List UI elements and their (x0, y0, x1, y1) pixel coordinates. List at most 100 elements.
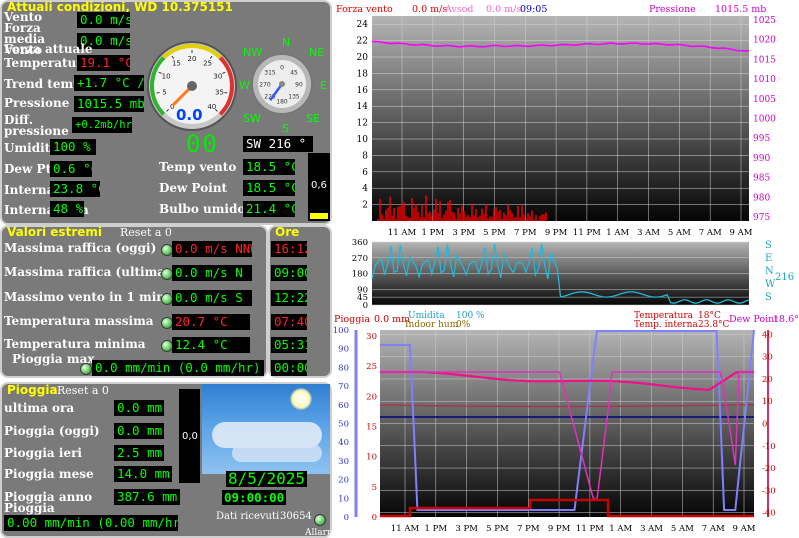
value-pressione: 1015.5 mb (74, 96, 144, 112)
top-chart-right-tick: 980 (753, 193, 770, 203)
bottom-chart-x-tick: 11 PM (576, 524, 604, 534)
mid-chart-left-tick: 270 (352, 254, 368, 264)
bottom-chart-x-tick: 9 AM (733, 524, 756, 534)
bottom-chart-x-tick: 7 AM (702, 524, 725, 534)
bottom-chart-left-tick: 90 (338, 345, 349, 355)
bottom-chart-int-value: 23.8°C (698, 320, 730, 330)
bottom-chart-mid-tick: 5 (372, 483, 377, 493)
bottom-chart-left-tick: 80 (338, 363, 349, 373)
top-chart-x-tick: 7 PM (514, 228, 537, 238)
bottom-chart-right-tick: -10 (762, 442, 776, 452)
label-diff-pressione: Diff. pressione (4, 113, 69, 138)
gauge-tick-label: 10 (162, 72, 171, 80)
extreme-value: 0.0 m/s S (172, 290, 252, 306)
top-chart-x-tick: 7 AM (699, 228, 722, 238)
value-dew-point: 18.5 °C (243, 180, 295, 196)
compass-degree-label: 270 (259, 82, 271, 89)
extremes-title: Valori estremi (7, 225, 102, 239)
bottom-chart-mid-tick: 10 (366, 453, 377, 463)
top-chart-right-tick: 1025 (753, 16, 776, 26)
compass-degree-label: 180 (276, 99, 288, 106)
label-forza-attuale: Forza attuale (4, 42, 93, 56)
top-chart-right-tick: 1015 (753, 55, 776, 65)
bottom-chart-left-tick: 30 (338, 457, 349, 467)
bottom-chart-right-tick: 20 (762, 375, 773, 385)
top-chart-x-tick: 3 PM (452, 228, 475, 238)
top-chart-left-tick: 4 (362, 184, 368, 194)
value-diff-pressione: +0.2mb/hr (72, 117, 132, 133)
compass-degree-label: 90 (295, 82, 303, 89)
extreme-time: 12:22 (271, 290, 307, 306)
bottom-chart-right-tick: 30 (762, 353, 773, 363)
bottom-chart-dew-label: Dew Point (729, 314, 778, 325)
digital-direction: 00 (186, 130, 219, 158)
top-chart-avg-label: Avsod (444, 4, 474, 15)
extreme-time: 00:00 (271, 360, 307, 376)
extreme-value: 0.0 mm/min (0.0 mm/hr) (92, 360, 264, 376)
label-pressione: Pressione (4, 96, 70, 110)
top-chart-right-tick: 985 (753, 174, 770, 184)
sky-image (202, 384, 330, 474)
rain-reset-button[interactable]: Reset a 0 (57, 384, 109, 397)
alarm-led[interactable] (314, 514, 326, 526)
extreme-reset-led[interactable] (80, 363, 92, 375)
top-chart-left-tick: 18 (357, 69, 369, 79)
rain-label: ultima ora (4, 401, 75, 415)
rain-label: Pioggia mese (4, 467, 94, 481)
compass-label-nw: NW (243, 46, 263, 59)
top-chart-left-tick: 22 (357, 37, 368, 47)
bottom-chart-right-tick: 10 (762, 397, 773, 407)
bottom-chart-x-tick: 11 AM (391, 524, 420, 534)
label-bulbo-umido: Bulbo umido (159, 202, 246, 216)
compass-label-n: N (282, 36, 291, 49)
top-chart-x-tick: 1 PM (422, 228, 445, 238)
bottom-chart-mid-tick: 30 (366, 332, 377, 342)
compass-degree-label: 45 (290, 69, 298, 76)
label-trend-temp: Trend temp (4, 77, 82, 91)
current-date: 8/5/2025 (226, 469, 308, 488)
bottom-chart-mid-tick: 0 (372, 513, 377, 523)
rain-amount-bar-value: 0,0 (182, 431, 198, 442)
value-temperatura: 19.1 °C (77, 55, 130, 71)
bottom-chart-mid-tick: 25 (366, 362, 377, 372)
value-dew-pt-depr: 0.6 °C (50, 161, 92, 177)
gauge-tick-label: 20 (188, 55, 197, 63)
top-chart-right-tick: 1000 (753, 115, 776, 125)
top-chart-x-tick: 11 PM (573, 228, 601, 238)
bottom-chart-x-tick: 3 AM (640, 524, 663, 534)
mid-chart-dir-label: E (765, 253, 772, 264)
wind-compass: 04590135180225270315 (251, 53, 313, 115)
value-vento: 0.0 m/s (77, 12, 130, 28)
top-chart-left-tick: 12 (357, 119, 368, 129)
rain-title: Pioggia (7, 383, 58, 397)
top-chart-left-tick: 20 (357, 53, 369, 63)
bottom-chart-rain-label: Pioggia (334, 314, 370, 325)
top-chart-right-tick: 990 (753, 154, 770, 164)
top-chart-left-tick: 24 (357, 20, 369, 30)
gauge-tick (224, 91, 228, 94)
bottom-chart-x-tick: 1 AM (609, 524, 632, 534)
extreme-value: 0.0 m/s NNW (172, 241, 252, 257)
rain-value: 0.00 mm/min (0.00 mm/hr) (4, 515, 178, 531)
top-chart-x-tick: 11 AM (388, 228, 417, 238)
cloud-icon-2 (232, 444, 322, 462)
gauge-tick-label: 15 (172, 60, 181, 68)
bottom-chart-mid-tick: 15 (366, 423, 377, 433)
rain-label: Pioggia (oggi) (4, 424, 100, 438)
rain-rate-bar-fill (310, 212, 328, 219)
rain-rate-bar-value: 0,6 (311, 180, 327, 191)
top-chart-avg-value: 0.0 m/s (486, 4, 521, 15)
bottom-chart-mid-tick: 20 (366, 392, 377, 402)
compass-degree-label: 0 (280, 65, 284, 72)
extremes-reset-button[interactable]: Reset a 0 (120, 226, 172, 239)
rain-label: Pioggia ieri (4, 446, 82, 460)
bottom-chart-left-tick: 100 (334, 326, 349, 336)
sun-icon (290, 388, 312, 410)
wind-direction-text: SW 216 ° (243, 136, 313, 152)
extreme-label: Massimo vento in 1 minuto (4, 290, 188, 304)
top-chart-left-tick: 10 (357, 135, 369, 145)
top-chart-time: 09:05 (520, 4, 547, 15)
top-chart-right-tick: 975 (753, 213, 770, 223)
top-chart-left-tick: 2 (362, 201, 368, 211)
extreme-label: Temperatura massima (4, 314, 154, 328)
